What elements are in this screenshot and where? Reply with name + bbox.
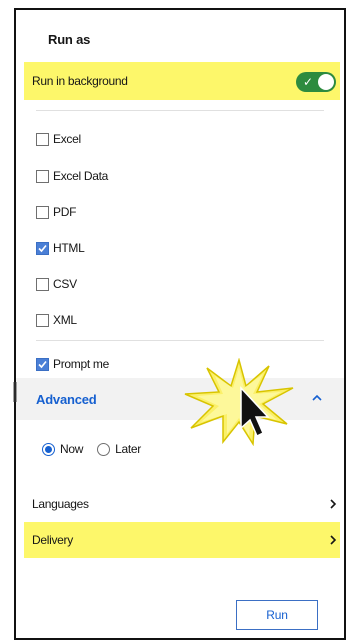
advanced-title: Advanced	[36, 391, 97, 407]
prompt-me-option[interactable]: Prompt me	[36, 355, 109, 373]
prompt-me-label: Prompt me	[53, 357, 109, 371]
format-option-csv[interactable]: CSV	[36, 275, 77, 293]
chevron-right-icon	[330, 535, 337, 545]
format-label: Excel	[53, 132, 81, 146]
resize-handle[interactable]	[13, 382, 17, 402]
toggle-knob	[318, 74, 334, 90]
format-option-xml[interactable]: XML	[36, 311, 77, 329]
run-options-panel: Run as Run in background ✓ Excel Excel D…	[13, 10, 344, 638]
check-icon: ✓	[303, 75, 314, 89]
format-label: XML	[53, 313, 77, 327]
starburst-icon	[184, 358, 294, 446]
format-label: HTML	[53, 241, 85, 255]
radio-later[interactable]	[97, 442, 111, 456]
format-label: PDF	[53, 205, 77, 219]
checkbox[interactable]	[36, 313, 49, 327]
languages-row[interactable]: Languages	[24, 486, 340, 522]
languages-label: Languages	[32, 497, 89, 511]
radio-later-label[interactable]: Later	[115, 442, 141, 456]
run-button[interactable]: Run	[236, 600, 318, 630]
panel-title: Run as	[48, 32, 91, 47]
run-in-background-row[interactable]: Run in background ✓	[24, 62, 340, 100]
schedule-radio-group: Now Later	[42, 442, 155, 456]
chevron-up-icon[interactable]	[310, 391, 324, 405]
radio-now[interactable]	[42, 442, 55, 456]
format-option-excel[interactable]: Excel	[36, 130, 81, 148]
radio-now-label[interactable]: Now	[60, 442, 83, 456]
format-label: CSV	[53, 277, 77, 291]
checkbox[interactable]	[36, 277, 49, 291]
run-in-background-toggle[interactable]: ✓	[296, 72, 336, 92]
checkbox[interactable]	[36, 241, 49, 255]
checkbox[interactable]	[36, 205, 49, 219]
divider	[36, 110, 324, 111]
delivery-row[interactable]: Delivery	[24, 522, 340, 558]
run-in-background-label: Run in background	[32, 74, 128, 88]
checkbox[interactable]	[36, 132, 49, 146]
format-option-html[interactable]: HTML	[36, 239, 85, 257]
checkbox[interactable]	[36, 169, 49, 183]
format-option-excel-data[interactable]: Excel Data	[36, 167, 108, 185]
chevron-right-icon	[330, 499, 337, 509]
format-option-pdf[interactable]: PDF	[36, 203, 76, 221]
delivery-label: Delivery	[32, 533, 73, 547]
format-label: Excel Data	[53, 169, 109, 183]
checkbox[interactable]	[36, 357, 49, 371]
run-options-window: Run as Run in background ✓ Excel Excel D…	[13, 8, 346, 640]
divider	[36, 340, 324, 341]
